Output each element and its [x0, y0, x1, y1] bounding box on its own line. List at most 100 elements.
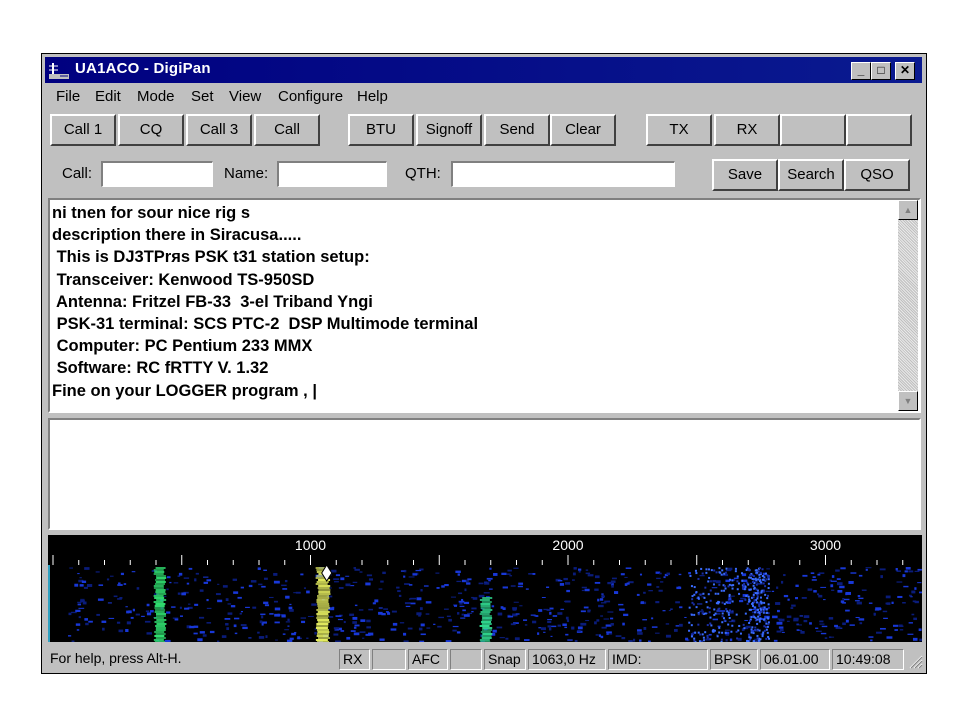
noise-speck: [870, 639, 873, 642]
receive-scrollbar[interactable]: ▲ ▼: [898, 200, 918, 411]
noise-speck: [264, 604, 270, 607]
call-input[interactable]: [101, 161, 213, 187]
noise-speck: [68, 635, 72, 637]
signal-speck: [723, 585, 726, 588]
signal-speck: [754, 609, 757, 612]
signal-trace: [153, 639, 164, 641]
noise-speck: [95, 571, 100, 573]
signal-speck: [764, 585, 767, 588]
signal-trace: [154, 571, 165, 573]
signal-speck: [727, 623, 730, 626]
signal-trace: [481, 629, 492, 631]
call1-button[interactable]: Call 1: [50, 114, 116, 146]
signoff-button[interactable]: Signoff: [416, 114, 482, 146]
receive-text[interactable]: ni tnen for sour nice rig s description …: [52, 202, 892, 402]
signal-trace: [318, 585, 331, 587]
waterfall-svg[interactable]: 1000 2000 3000: [48, 535, 922, 642]
cq-button[interactable]: CQ: [118, 114, 184, 146]
signal-speck: [695, 572, 698, 575]
noise-speck: [123, 583, 127, 585]
clear-button[interactable]: Clear: [550, 114, 616, 146]
noise-speck: [823, 599, 826, 601]
close-button[interactable]: ✕: [895, 62, 915, 80]
noise-speck: [819, 620, 824, 623]
signal-speck: [755, 583, 758, 586]
noise-speck: [381, 613, 386, 616]
signal-trace: [479, 613, 490, 615]
rx-button[interactable]: RX: [714, 114, 780, 146]
noise-speck: [773, 639, 778, 642]
signal-speck: [767, 621, 770, 624]
name-input[interactable]: [277, 161, 387, 187]
noise-speck: [563, 577, 568, 581]
noise-speck: [716, 612, 721, 615]
maximize-icon: □: [877, 63, 885, 77]
qso-button[interactable]: QSO: [844, 159, 910, 191]
signal-speck: [755, 588, 758, 591]
menu-set[interactable]: Set: [191, 88, 214, 105]
menu-edit[interactable]: Edit: [95, 88, 121, 105]
maximize-button[interactable]: □: [871, 62, 891, 80]
macro-button-12[interactable]: [846, 114, 912, 146]
noise-speck: [636, 593, 640, 596]
signal-speck: [730, 630, 733, 633]
save-button[interactable]: Save: [712, 159, 778, 191]
noise-speck: [328, 616, 334, 618]
noise-speck: [865, 568, 868, 571]
noise-speck: [232, 578, 237, 581]
tx-button[interactable]: TX: [646, 114, 712, 146]
noise-speck: [187, 603, 191, 605]
qth-input[interactable]: [451, 161, 675, 187]
menu-help[interactable]: Help: [357, 88, 388, 105]
receive-pane[interactable]: ni tnen for sour nice rig s description …: [48, 198, 921, 413]
status-afc[interactable]: AFC: [408, 649, 448, 670]
signal-speck: [720, 638, 723, 641]
scroll-up-icon[interactable]: ▲: [898, 200, 918, 220]
signal-speck: [728, 593, 731, 596]
btu-button[interactable]: BTU: [348, 114, 414, 146]
status-frequency: 1063,0 Hz: [528, 649, 606, 670]
signal-trace: [316, 625, 329, 627]
signal-trace: [155, 591, 166, 593]
signal-speck: [718, 567, 721, 570]
noise-speck: [233, 624, 237, 628]
noise-speck: [611, 584, 614, 588]
status-snap[interactable]: Snap: [484, 649, 526, 670]
menu-view[interactable]: View: [229, 88, 261, 105]
signal-trace: [155, 589, 166, 591]
app-antenna-icon[interactable]: [49, 61, 69, 79]
noise-speck: [886, 636, 893, 639]
noise-speck: [408, 576, 415, 578]
noise-speck: [177, 592, 181, 595]
menu-configure[interactable]: Configure: [278, 88, 343, 105]
noise-speck: [655, 601, 660, 604]
signal-speck: [731, 600, 734, 603]
signal-speck: [707, 593, 710, 596]
noise-speck: [849, 624, 855, 626]
macro-button-11[interactable]: [780, 114, 846, 146]
noise-speck: [203, 576, 209, 578]
signal-trace: [481, 623, 492, 625]
send-button[interactable]: Send: [484, 114, 550, 146]
call-button[interactable]: Call: [254, 114, 320, 146]
waterfall-display[interactable]: 1000 2000 3000: [48, 535, 922, 642]
signal-speck: [758, 567, 761, 570]
noise-speck: [338, 587, 344, 589]
noise-speck: [625, 567, 632, 569]
edge-trace: [48, 565, 50, 642]
menu-file[interactable]: File: [56, 88, 80, 105]
noise-speck: [197, 638, 203, 642]
menu-mode[interactable]: Mode: [137, 88, 175, 105]
noise-speck: [505, 637, 509, 640]
minimize-button[interactable]: _: [851, 62, 871, 80]
resize-grip-icon[interactable]: [907, 653, 923, 669]
scroll-down-icon[interactable]: ▼: [898, 391, 918, 411]
signal-speck: [690, 585, 693, 588]
title-bar[interactable]: UA1ACO - DigiPan _ □ ✕: [45, 57, 922, 83]
noise-speck: [895, 568, 898, 571]
signal-speck: [690, 613, 693, 616]
search-button[interactable]: Search: [778, 159, 844, 191]
noise-speck: [463, 601, 470, 605]
call3-button[interactable]: Call 3: [186, 114, 252, 146]
transmit-pane[interactable]: [48, 418, 921, 530]
